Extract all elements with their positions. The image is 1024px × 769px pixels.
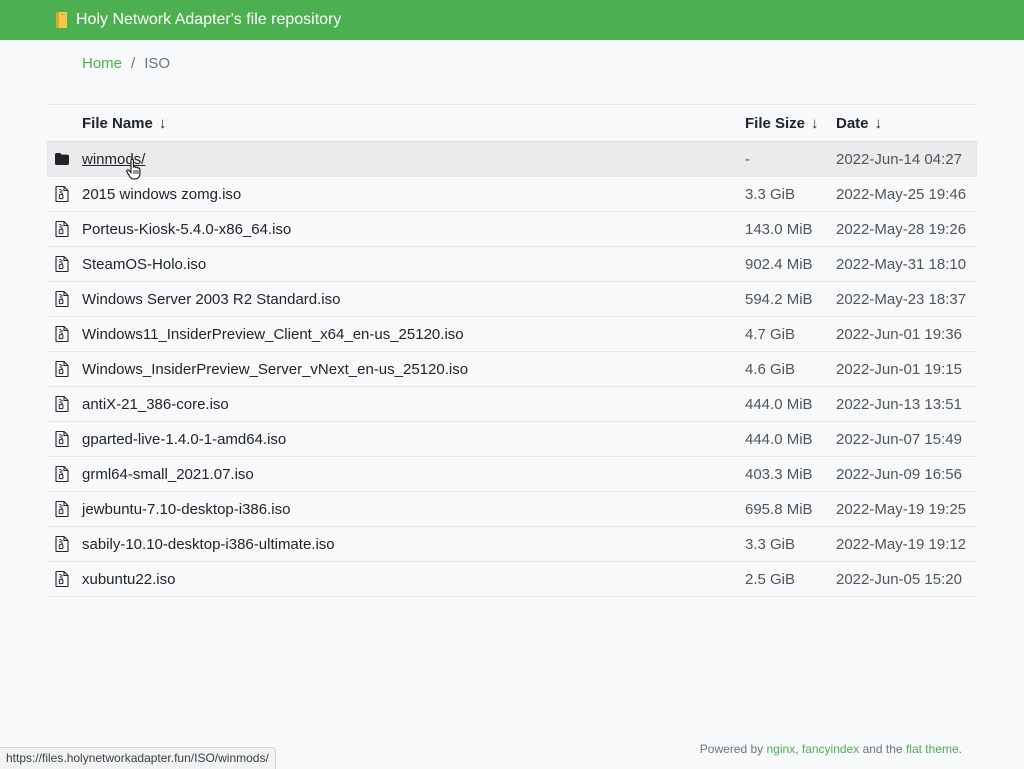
file-size: 2.5 GiB xyxy=(745,571,796,588)
file-row: SteamOS-Holo.iso 902.4 MiB 2022-May-31 18:… xyxy=(47,247,977,282)
footer-comma: , xyxy=(795,742,802,756)
file-link[interactable]: xubuntu22.iso xyxy=(82,571,175,588)
file-archive-icon xyxy=(55,360,69,378)
file-link[interactable]: Windows Server 2003 R2 Standard.iso xyxy=(82,291,340,308)
folder-row: winmods/-2022-Jun-14 04:27 xyxy=(47,142,977,177)
file-row: jewbuntu-7.10-desktop-i386.iso 695.8 MiB 2… xyxy=(47,492,977,527)
file-link[interactable]: Windows11_InsiderPreview_Client_x64_en-u… xyxy=(82,326,464,343)
header-bar: Holy Network Adapter's file repository xyxy=(0,0,1024,40)
file-row: antiX-21_386-core.iso 444.0 MiB 2022-Jun-1… xyxy=(47,387,977,422)
file-size: 403.3 MiB xyxy=(745,466,813,483)
file-link[interactable]: grml64-small_2021.07.iso xyxy=(82,466,254,483)
file-date: 2022-May-19 19:12 xyxy=(836,536,967,553)
sort-by-date-header[interactable]: Date ↓ xyxy=(836,115,882,132)
file-date: 2022-Jun-07 15:49 xyxy=(836,431,962,448)
column-date-label: Date xyxy=(836,115,869,132)
file-archive-icon xyxy=(55,290,69,308)
file-date: 2022-Jun-05 15:20 xyxy=(836,571,962,588)
file-row: grml64-small_2021.07.iso 403.3 MiB 2022-Ju… xyxy=(47,457,977,492)
file-row: Windows11_InsiderPreview_Client_x64_en-u… xyxy=(47,317,977,352)
hand-cursor-icon xyxy=(126,159,141,180)
file-archive-icon xyxy=(55,220,69,238)
file-date: 2022-Jun-01 19:36 xyxy=(836,326,962,343)
fancyindex-link[interactable]: fancyindex xyxy=(802,742,859,756)
file-size: 143.0 MiB xyxy=(745,221,813,238)
file-size: - xyxy=(745,151,750,168)
sort-by-size-header[interactable]: File Size ↓ xyxy=(745,115,819,132)
file-size: 902.4 MiB xyxy=(745,256,813,273)
file-size: 444.0 MiB xyxy=(745,431,813,448)
file-archive-icon xyxy=(55,325,69,343)
file-link[interactable]: gparted-live-1.4.0-1-amd64.iso xyxy=(82,431,286,448)
file-date: 2022-Jun-14 04:27 xyxy=(836,151,962,168)
file-table: File Name ↓ File Size ↓ Date ↓ winmods/-202… xyxy=(47,104,977,597)
footer-prefix: Powered by xyxy=(699,742,767,756)
folder-icon xyxy=(55,151,69,167)
file-archive-icon xyxy=(55,465,69,483)
file-date: 2022-May-31 18:10 xyxy=(836,256,967,273)
file-link[interactable]: Porteus-Kiosk-5.4.0-x86_64.iso xyxy=(82,221,291,238)
file-archive-icon xyxy=(55,185,69,203)
sort-by-name-header[interactable]: File Name ↓ xyxy=(82,115,166,132)
file-date: 2022-Jun-09 16:56 xyxy=(836,466,962,483)
file-date: 2022-May-19 19:25 xyxy=(836,501,967,518)
breadcrumb-current: ISO xyxy=(144,55,171,72)
file-row: Windows_InsiderPreview_Server_vNext_en-u… xyxy=(47,352,977,387)
column-name-label: File Name xyxy=(82,115,153,132)
file-size: 4.6 GiB xyxy=(745,361,796,378)
file-link[interactable]: antiX-21_386-core.iso xyxy=(82,396,229,413)
file-link[interactable]: 2015 windows zomg.iso xyxy=(82,186,241,203)
sort-arrow-icon: ↓ xyxy=(874,115,883,132)
nginx-link[interactable]: nginx xyxy=(767,742,796,756)
file-row: Windows Server 2003 R2 Standard.iso 594.2… xyxy=(47,282,977,317)
breadcrumb-separator: / xyxy=(131,55,136,72)
file-archive-icon xyxy=(55,535,69,553)
footer-middle: and the xyxy=(859,742,906,756)
file-size: 444.0 MiB xyxy=(745,396,813,413)
file-row: sabily-10.10-desktop-i386-ultimate.iso 3.… xyxy=(47,527,977,562)
file-link[interactable]: Windows_InsiderPreview_Server_vNext_en-u… xyxy=(82,361,468,378)
file-date: 2022-May-28 19:26 xyxy=(836,221,967,238)
breadcrumb: Home / ISO xyxy=(82,55,170,72)
file-date: 2022-May-23 18:37 xyxy=(836,291,967,308)
file-date: 2022-Jun-01 19:15 xyxy=(836,361,962,378)
breadcrumb-home-link[interactable]: Home xyxy=(82,55,122,72)
file-row: gparted-live-1.4.0-1-amd64.iso 444.0 MiB 2… xyxy=(47,422,977,457)
file-archive-icon xyxy=(55,430,69,448)
file-size: 3.3 GiB xyxy=(745,536,796,553)
file-row: 2015 windows zomg.iso 3.3 GiB 2022-May-25 … xyxy=(47,177,977,212)
sort-arrow-icon: ↓ xyxy=(158,115,167,132)
file-link[interactable]: sabily-10.10-desktop-i386-ultimate.iso xyxy=(82,536,335,553)
column-size-label: File Size xyxy=(745,115,806,132)
browser-status-bar: https://files.holynetworkadapter.fun/ISO… xyxy=(0,747,276,769)
flat-theme-link[interactable]: flat theme xyxy=(906,742,959,756)
file-size: 695.8 MiB xyxy=(745,501,813,518)
footer-suffix: . xyxy=(958,742,962,756)
file-row: Porteus-Kiosk-5.4.0-x86_64.iso 143.0 MiB 2… xyxy=(47,212,977,247)
file-archive-icon xyxy=(55,500,69,518)
file-archive-icon xyxy=(55,255,69,273)
file-row: xubuntu22.iso 2.5 GiB 2022-Jun-05 15:20 xyxy=(47,562,977,597)
footer: Powered by nginx, fancyindex and the fla… xyxy=(700,742,962,756)
site-title: Holy Network Adapter's file repository xyxy=(76,11,342,28)
file-archive-icon xyxy=(55,395,69,413)
file-size: 4.7 GiB xyxy=(745,326,796,343)
sort-arrow-icon: ↓ xyxy=(811,115,819,132)
file-link[interactable]: jewbuntu-7.10-desktop-i386.iso xyxy=(82,501,290,518)
book-icon xyxy=(56,12,67,28)
file-size: 594.2 MiB xyxy=(745,291,813,308)
file-date: 2022-May-25 19:46 xyxy=(836,186,967,203)
file-archive-icon xyxy=(55,570,69,588)
file-date: 2022-Jun-13 13:51 xyxy=(836,396,962,413)
table-body: winmods/-2022-Jun-14 04:27 2015 windows z… xyxy=(47,142,977,597)
table-header: File Name ↓ File Size ↓ Date ↓ xyxy=(47,105,977,142)
file-link[interactable]: SteamOS-Holo.iso xyxy=(82,256,206,273)
file-size: 3.3 GiB xyxy=(745,186,796,203)
